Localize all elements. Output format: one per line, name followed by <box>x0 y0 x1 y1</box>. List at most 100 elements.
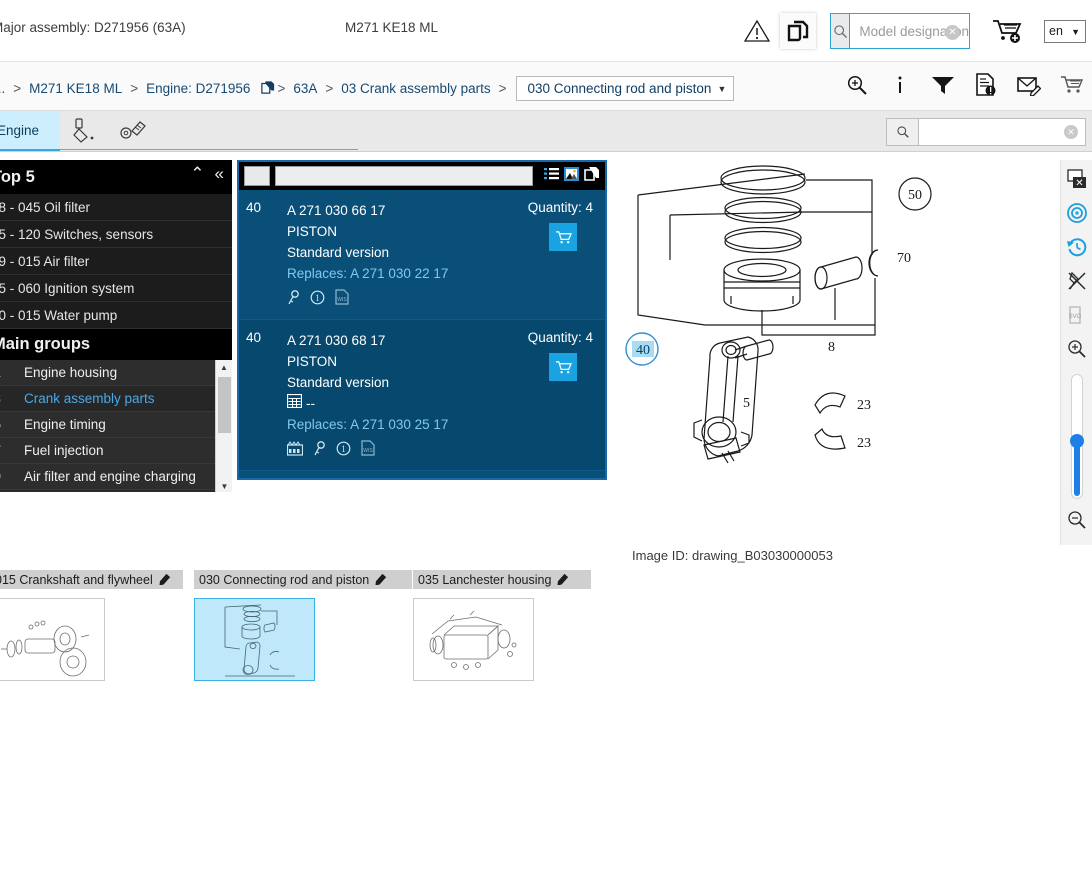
zoom-out-icon[interactable] <box>1063 505 1091 535</box>
copy-icon[interactable] <box>261 80 275 97</box>
part-details: A 271 030 66 17 PISTON Standard version … <box>287 200 593 310</box>
thumbnail-label[interactable]: 035 Lanchester housing <box>413 570 593 589</box>
breadcrumb-item-63a[interactable]: 63A <box>293 81 317 96</box>
part-callout-number: 40 <box>246 330 262 345</box>
sidebar-item-crank-assembly-parts[interactable]: 03 Crank assembly parts <box>0 386 232 412</box>
tab-paint[interactable] <box>62 111 110 151</box>
warning-triangle-icon[interactable] <box>740 14 774 48</box>
part-grid-note-text: -- <box>306 396 315 411</box>
zoom-slider[interactable] <box>1069 374 1084 499</box>
unpin-icon[interactable] <box>1063 266 1091 296</box>
tab-bolt[interactable] <box>110 111 158 151</box>
model-search-box[interactable]: Model designation ✕ <box>830 13 970 49</box>
drawing-svg: 70 8 5 23 23 50 40 <box>625 165 932 464</box>
document-alert-icon[interactable] <box>974 71 998 99</box>
language-selector[interactable]: en ▼ <box>1044 19 1086 43</box>
double-chevron-left-icon[interactable]: « <box>215 164 224 184</box>
note-1-icon[interactable]: 1 <box>310 290 325 310</box>
clear-icon[interactable]: ✕ <box>1064 125 1078 139</box>
scroll-up-arrow-icon[interactable]: ▲ <box>216 360 232 375</box>
add-to-cart-icon[interactable] <box>986 17 1028 45</box>
mail-edit-icon[interactable] <box>1017 71 1041 99</box>
edit-icon[interactable] <box>557 572 570 588</box>
group-number: 09 <box>0 469 24 484</box>
sidebar-item-ignition-system[interactable]: 15 - 060 Ignition system <box>0 275 232 302</box>
breadcrumb-current-dropdown[interactable]: 030 Connecting rod and piston ▼ <box>516 76 735 101</box>
breadcrumb-item-model[interactable]: M271 KE18 ML <box>29 81 122 96</box>
svg-export-icon[interactable]: SVG <box>1063 300 1091 330</box>
part-grid-note[interactable]: -- <box>286 393 593 414</box>
target-focus-icon[interactable] <box>1063 198 1091 228</box>
chevron-up-icon[interactable]: ⌃ <box>190 164 204 184</box>
breadcrumb-separator: > <box>498 81 507 96</box>
model-search-field[interactable]: Model designation ✕ <box>850 14 969 48</box>
factory-icon[interactable] <box>286 440 304 461</box>
sidebar-item-engine-timing[interactable]: 05 Engine timing <box>0 412 232 438</box>
sidebar-item-fuel-injection[interactable]: 07 Fuel injection <box>0 438 232 464</box>
key-icon[interactable] <box>313 440 326 461</box>
sidebar-item-oil-filter[interactable]: 18 - 045 Oil filter <box>0 194 232 221</box>
thumbnail-image[interactable] <box>0 598 105 681</box>
zoom-in-icon[interactable] <box>1063 334 1091 364</box>
scrollbar-thumb[interactable] <box>218 377 231 433</box>
list-view-icon[interactable] <box>544 167 559 186</box>
thumbnail-label[interactable]: 015 Crankshaft and flywheel <box>0 570 185 589</box>
search-input[interactable]: ✕ <box>886 118 1086 146</box>
part-icon-row: 1 WIS <box>286 440 593 461</box>
edit-icon[interactable] <box>375 572 388 588</box>
main-groups-scrollbar[interactable]: ▲ ▼ <box>215 360 232 492</box>
zoom-in-icon[interactable] <box>845 71 869 99</box>
breadcrumb-item-engine[interactable]: Engine: D271956 <box>146 81 250 96</box>
technical-drawing[interactable]: 70 8 5 23 23 50 40 <box>610 160 1060 545</box>
part-replaces[interactable]: Replaces: A 271 030 25 17 <box>287 414 593 435</box>
table-row[interactable]: 40 Quantity: 4 A 271 030 68 17 PISTON St… <box>239 320 605 471</box>
wis-document-icon[interactable]: WIS <box>335 289 349 310</box>
part-replaces-label: Replaces: <box>287 266 348 281</box>
top5-label: 09 - 015 Air filter <box>0 253 90 269</box>
thumbnail-image[interactable] <box>413 598 534 681</box>
tab-engine[interactable]: Engine <box>0 111 60 151</box>
table-row[interactable]: 40 Quantity: 4 A 271 030 66 17 PISTON St… <box>239 190 605 320</box>
top5-label: 15 - 120 Switches, sensors <box>0 226 154 242</box>
zoom-slider-knob[interactable] <box>1069 434 1084 448</box>
reset-history-icon[interactable] <box>1063 232 1091 262</box>
thumbnail-crankshaft[interactable]: 015 Crankshaft and flywheel <box>0 570 185 681</box>
sidebar-item-switches-sensors[interactable]: 15 - 120 Switches, sensors <box>0 221 232 248</box>
add-to-cart-icon[interactable] <box>549 353 577 381</box>
sidebar-item-engine-housing[interactable]: 01 Engine housing <box>0 360 232 386</box>
info-icon[interactable] <box>888 71 912 99</box>
image-view-icon[interactable] <box>564 166 579 186</box>
part-replaces[interactable]: Replaces: A 271 030 22 17 <box>287 263 593 284</box>
thumbnail-image[interactable] <box>194 598 315 681</box>
scroll-down-arrow-icon[interactable]: ▼ <box>216 479 232 492</box>
parts-select-all-box[interactable] <box>244 166 270 186</box>
thumbnail-lanchester[interactable]: 035 Lanchester housing <box>413 570 593 681</box>
edit-icon[interactable] <box>159 572 172 588</box>
group-label: Engine timing <box>24 417 106 432</box>
sidebar-item-air-filter[interactable]: 09 - 015 Air filter <box>0 248 232 275</box>
breadcrumb-ellipsis[interactable]: ... <box>0 81 5 96</box>
svg-text:✕: ✕ <box>1075 178 1083 189</box>
thumbnail-connecting-rod[interactable]: 030 Connecting rod and piston <box>194 570 414 681</box>
key-icon[interactable] <box>287 289 300 310</box>
copy-icon[interactable] <box>584 166 600 186</box>
breadcrumb-bar: ... > M271 KE18 ML > Engine: D271956 > 6… <box>0 62 1092 111</box>
breadcrumb-item-crank-assembly[interactable]: 03 Crank assembly parts <box>341 81 490 96</box>
thumbnail-label[interactable]: 030 Connecting rod and piston <box>194 570 414 589</box>
sidebar-item-air-filter-charging[interactable]: 09 Air filter and engine charging <box>0 464 232 490</box>
add-to-cart-icon[interactable] <box>549 223 577 251</box>
wis-document-icon[interactable]: WIS <box>361 440 375 461</box>
parts-filter-input[interactable] <box>275 166 533 186</box>
note-1-icon[interactable]: 1 <box>336 441 351 461</box>
group-number: 01 <box>0 365 24 380</box>
part-icon-row: 1 WIS <box>287 289 593 310</box>
tab-engine-label: Engine <box>0 122 40 138</box>
sidebar-item-water-pump[interactable]: 20 - 015 Water pump <box>0 302 232 329</box>
close-window-icon[interactable]: ✕ <box>1063 164 1091 194</box>
svg-text:SVG: SVG <box>1068 314 1081 320</box>
copy-documents-icon[interactable] <box>780 13 816 49</box>
cart-icon[interactable] <box>1060 71 1084 99</box>
search-input-field[interactable]: ✕ <box>919 119 1085 145</box>
clear-icon[interactable]: ✕ <box>945 25 960 40</box>
filter-icon[interactable] <box>931 71 955 99</box>
